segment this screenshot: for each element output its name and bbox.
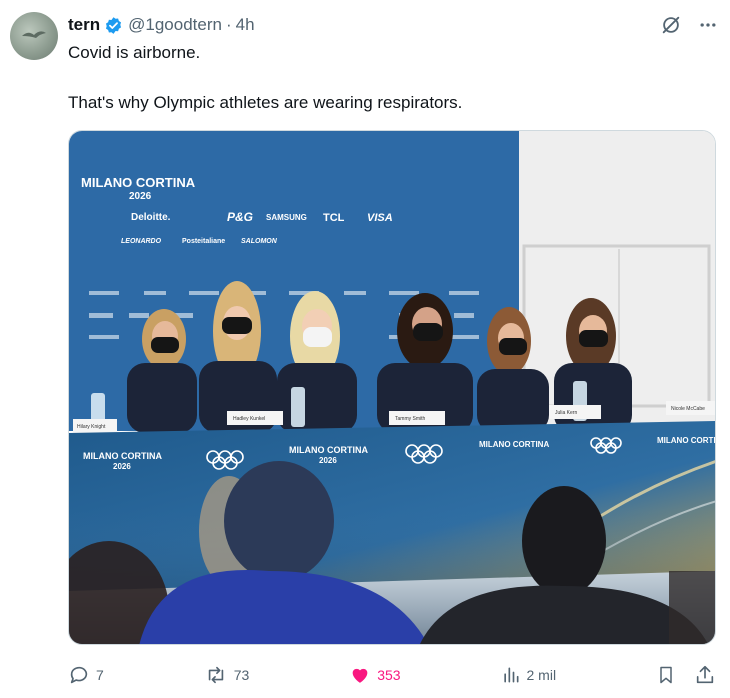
views-icon [503,667,518,683]
heart-icon [352,668,368,683]
repost-button[interactable]: 73 [204,664,250,686]
sponsor-pg: P&G [227,210,253,224]
table-year-2: 2026 [319,456,337,465]
share-icon [696,665,714,684]
sponsor-leonardo: LEONARDO [121,238,162,245]
sponsor-salomon: SALOMON [241,238,278,245]
table-title-1: MILANO CORTINA [83,451,162,461]
backdrop-year: 2026 [129,191,152,202]
post-time[interactable]: 4h [236,15,255,35]
action-bar: 7 73 353 2 mil [68,660,716,690]
bookmark-icon [660,666,672,684]
more-options-icon[interactable] [698,15,718,35]
grok-icon[interactable] [660,14,682,36]
sponsor-deloitte: Deloitte. [131,212,171,223]
tweet-header: tern @1goodtern · 4h [68,14,255,36]
tweet-photo[interactable]: MILANO CORTINA 2026 Deloitte. P&G SAMSUN… [68,130,716,645]
reply-icon [70,666,88,684]
dot-separator: · [225,15,232,34]
top-actions [660,14,718,36]
bird-icon [22,31,46,38]
bookmark-button[interactable] [656,664,676,686]
table-title-3: MILANO CORTINA [479,440,549,449]
name-card-1: Hilary Knight [77,424,106,430]
reply-button[interactable]: 7 [68,664,104,686]
tweet-text-line-1: Covid is airborne. [68,43,201,62]
backdrop-title: MILANO CORTINA [81,175,196,190]
repost-icon [208,666,223,684]
verified-badge-icon [106,16,122,34]
sponsor-poste: Posteitaliane [182,238,225,245]
views-button[interactable]: 2 mil [501,665,557,685]
table-title-4: MILANO CORTINA [657,436,716,445]
author-name[interactable]: tern [68,15,100,35]
table-year-1: 2026 [113,462,131,471]
sponsor-visa: VISA [367,212,393,224]
name-card-6: Nicole McCabe [671,406,705,412]
table-title-2: MILANO CORTINA [289,445,368,455]
reply-count: 7 [96,667,104,683]
name-card-4: Julia Kern [555,410,577,416]
view-count: 2 mil [526,667,557,683]
sponsor-tcl: TCL [323,212,345,224]
repost-count: 73 [233,667,250,683]
name-card-2: Hadley Kunkel [233,416,265,422]
name-card-3: Tammy Smith [395,416,426,422]
sponsor-samsung: SAMSUNG [266,213,307,222]
tweet-text-line-2: That's why Olympic athletes are wearing … [68,93,463,112]
like-button[interactable]: 353 [349,664,401,686]
author-avatar[interactable] [10,12,58,60]
like-count: 353 [377,667,401,683]
bookmark-share-group [656,664,716,686]
author-handle[interactable]: @1goodtern [128,15,222,35]
share-button[interactable] [694,664,716,686]
